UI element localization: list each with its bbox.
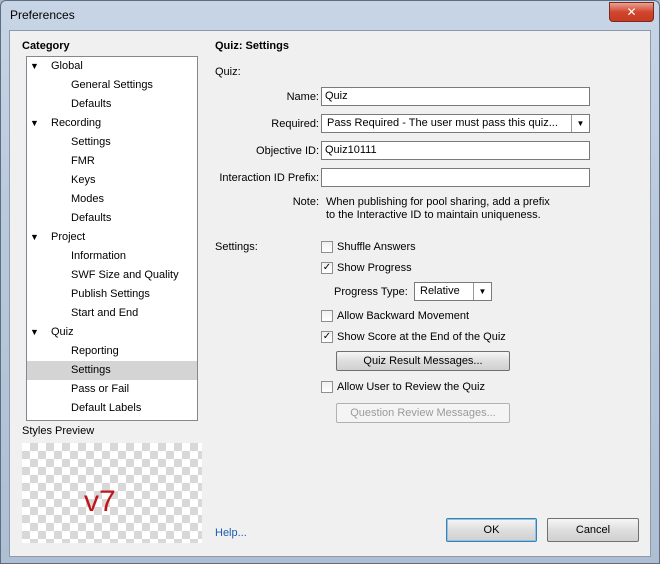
allow-review-checkbox[interactable]: Allow User to Review the Quiz [321, 380, 541, 394]
expand-arrow-icon[interactable]: ▼ [30, 228, 39, 247]
progress-type-value: Relative [420, 285, 460, 297]
note-text-line-1: When publishing for pool sharing, add a … [326, 196, 550, 208]
tree-item-label: Publish Settings [71, 288, 150, 300]
note-text-line-2: to the Interactive ID to maintain unique… [326, 209, 541, 221]
chevron-down-icon: ▼ [473, 283, 491, 300]
tree-item-label: Quiz [51, 326, 74, 338]
tree-item-label: Modes [71, 193, 105, 205]
required-label: Required: [271, 118, 319, 130]
tree-item-information[interactable]: Information [27, 247, 197, 266]
objective-id-field[interactable]: Quiz10111 [321, 141, 590, 160]
shuffle-answers-checkbox[interactable]: Shuffle Answers [321, 240, 521, 254]
checkbox-box[interactable] [321, 241, 333, 253]
checkbox-box[interactable] [321, 381, 333, 393]
category-tree[interactable]: ▼ Global General Settings Defaults ▼ Recordin… [26, 56, 198, 421]
quiz-result-messages-button[interactable]: Quiz Result Messages... [336, 351, 510, 371]
tree-item-label: Project [51, 231, 86, 243]
ok-button[interactable]: OK [446, 518, 537, 542]
tree-item-general-settings[interactable]: General Settings [27, 76, 197, 95]
styles-preview-label: Styles Preview [22, 425, 95, 437]
tree-item-settings[interactable]: Settings [27, 133, 197, 152]
window-title: Preferences [10, 8, 75, 22]
shuffle-answers-label: Shuffle Answers [337, 241, 416, 253]
show-progress-checkbox[interactable]: ✓ Show Progress [321, 261, 521, 275]
close-icon: ✕ [626, 5, 637, 19]
allow-backward-label: Allow Backward Movement [337, 310, 470, 322]
tree-group-project[interactable]: ▼ Project [27, 228, 197, 247]
required-value: Pass Required - The user must pass this … [327, 117, 558, 129]
show-progress-label: Show Progress [337, 262, 412, 274]
progress-type-dropdown[interactable]: Relative ▼ [414, 282, 492, 301]
page-title: Quiz: Settings [215, 40, 289, 52]
show-score-label: Show Score at the End of the Quiz [337, 331, 506, 343]
name-field[interactable]: Quiz [321, 87, 590, 106]
tree-item-reporting[interactable]: Reporting [27, 342, 197, 361]
preferences-window: Preferences ✕ Category ▼ Global General Se… [0, 0, 660, 564]
tree-item-label: Information [71, 250, 127, 262]
tree-item-settings[interactable]: Settings [27, 361, 197, 380]
tree-item-label: General Settings [71, 79, 153, 91]
tree-item-publish-settings[interactable]: Publish Settings [27, 285, 197, 304]
tree-item-label: Settings [71, 136, 111, 148]
settings-section-label: Settings: [215, 241, 258, 253]
cancel-button[interactable]: Cancel [547, 518, 639, 542]
checkbox-box[interactable]: ✓ [321, 262, 333, 274]
tree-item-start-and-end[interactable]: Start and End [27, 304, 197, 323]
required-dropdown[interactable]: Pass Required - The user must pass this … [321, 114, 590, 133]
progress-type-label: Progress Type: [334, 286, 408, 298]
expand-arrow-icon[interactable]: ▼ [30, 114, 39, 133]
interaction-id-prefix-label: Interaction ID Prefix: [219, 172, 319, 184]
interaction-id-prefix-field[interactable] [321, 168, 590, 187]
expand-arrow-icon[interactable]: ▼ [30, 57, 39, 76]
tree-item-label: Reporting [71, 345, 119, 357]
tree-item-label: FMR [71, 155, 95, 167]
tree-item-label: Settings [71, 364, 111, 376]
tree-item-label: Pass or Fail [71, 383, 130, 395]
tree-group-quiz[interactable]: ▼ Quiz [27, 323, 197, 342]
quiz-section-label: Quiz: [215, 66, 241, 78]
tree-item-defaults[interactable]: Defaults [27, 209, 197, 228]
tree-item-label: SWF Size and Quality [71, 269, 179, 281]
checkbox-box[interactable]: ✓ [321, 331, 333, 343]
tree-item-defaults[interactable]: Defaults [27, 95, 197, 114]
tree-item-label: Start and End [71, 307, 139, 319]
tree-item-label: Keys [71, 174, 96, 186]
show-score-checkbox[interactable]: ✓ Show Score at the End of the Quiz [321, 330, 561, 344]
tree-item-label: Default Labels [71, 402, 142, 414]
title-bar[interactable]: Preferences ✕ [1, 1, 659, 29]
dialog-body: Category ▼ Global General Settings Defaults… [9, 30, 651, 557]
allow-review-label: Allow User to Review the Quiz [337, 381, 485, 393]
tree-item-pass-or-fail[interactable]: Pass or Fail [27, 380, 197, 399]
tree-item-fmr[interactable]: FMR [27, 152, 197, 171]
checkbox-box[interactable] [321, 310, 333, 322]
styles-preview: v7 [22, 443, 202, 543]
expand-arrow-icon[interactable]: ▼ [30, 323, 39, 342]
name-label: Name: [286, 91, 319, 103]
tree-item-label: Global [51, 60, 83, 72]
note-label: Note: [292, 196, 319, 208]
tree-item-swf-size-and-quality[interactable]: SWF Size and Quality [27, 266, 197, 285]
allow-backward-checkbox[interactable]: Allow Backward Movement [321, 309, 541, 323]
objective-id-label: Objective ID: [256, 145, 319, 157]
tree-item-label: Defaults [71, 212, 112, 224]
help-link[interactable]: Help... [215, 527, 247, 539]
preview-version-text: v7 [84, 485, 116, 518]
tree-group-global[interactable]: ▼ Global [27, 57, 197, 76]
tree-item-keys[interactable]: Keys [27, 171, 197, 190]
chevron-down-icon: ▼ [571, 115, 589, 132]
question-review-messages-button: Question Review Messages... [336, 403, 510, 423]
tree-item-modes[interactable]: Modes [27, 190, 197, 209]
tree-item-default-labels[interactable]: Default Labels [27, 399, 197, 418]
category-label: Category [22, 40, 70, 52]
tree-item-label: Recording [51, 117, 102, 129]
tree-group-recording[interactable]: ▼ Recording [27, 114, 197, 133]
close-button[interactable]: ✕ [609, 2, 654, 22]
tree-item-label: Defaults [71, 98, 112, 110]
